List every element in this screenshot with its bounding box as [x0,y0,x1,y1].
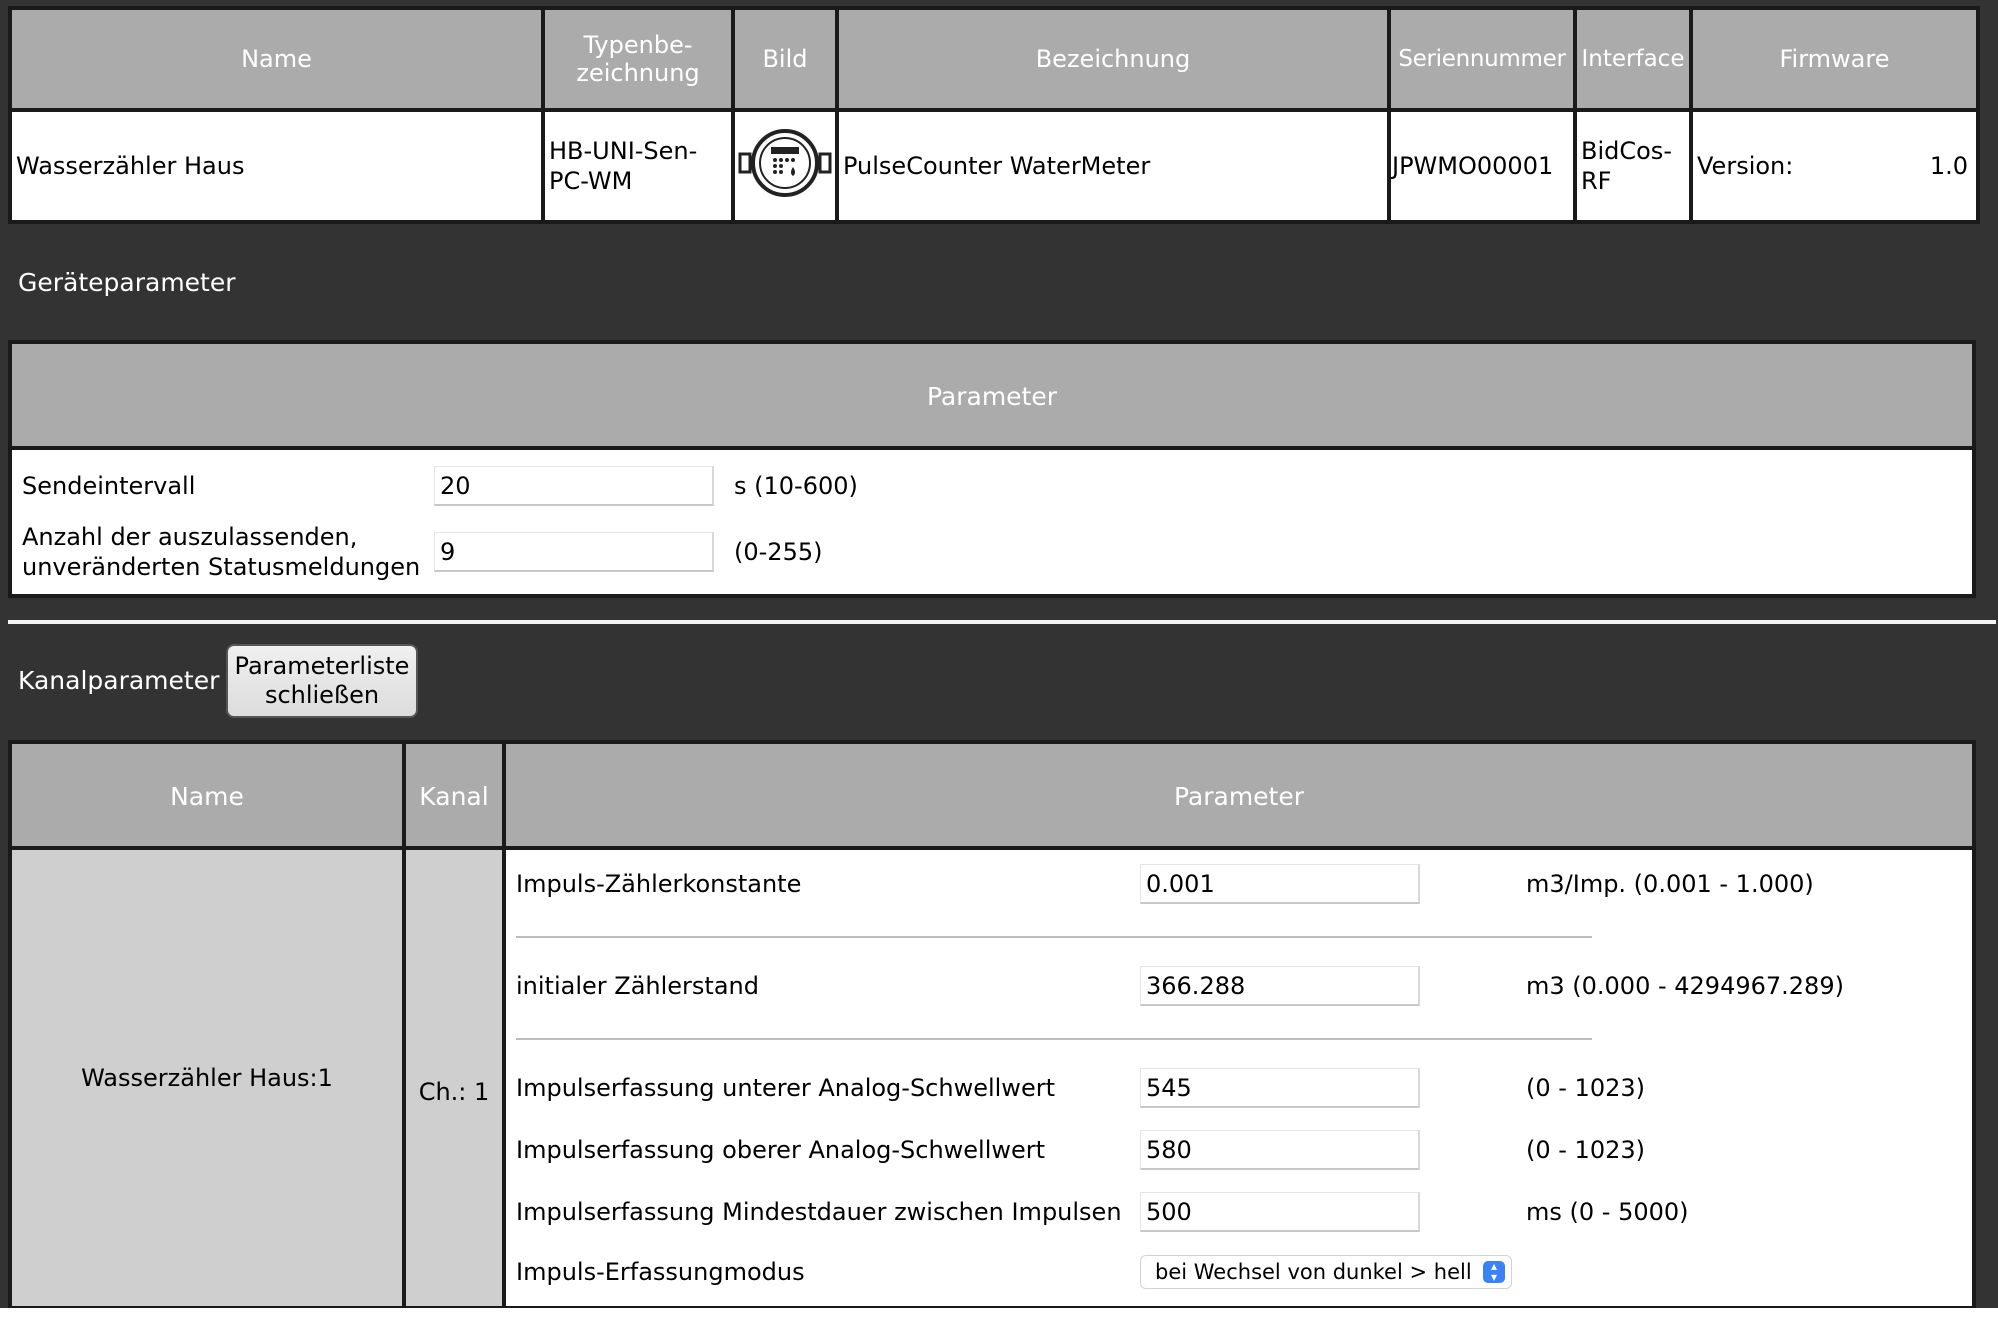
device-params-header: Parameter [12,344,1972,450]
channel-name: Wasserzähler Haus:1 [81,1064,333,1092]
channel-col-header-name: Name [12,744,402,850]
channel-col-header-parameter: Parameter [506,744,1972,850]
close-button-line2: schließen [264,681,380,709]
close-button-line1: Parameterliste [234,652,410,680]
channel-col-header-channel: Kanal [406,744,502,850]
skip-count-label-line2: unveränderten Statusmeldungen [22,553,421,581]
row-separator [516,936,1592,938]
col-header-name: Name [8,6,545,112]
min-duration-unit: ms (0 - 5000) [1526,1198,1689,1226]
device-serial: JPWMO00001 [1387,108,1577,224]
initial-count-input[interactable] [1140,966,1420,1006]
initial-count-label: initialer Zählerstand [516,972,759,1000]
section-divider [8,620,1996,624]
device-description: PulseCounter WaterMeter [835,108,1391,224]
skip-count-label: Anzahl der auszulassenden, unveränderten… [22,522,434,582]
skip-count-label-line1: Anzahl der auszulassenden, [22,523,358,551]
col-header-interface: Interface [1573,6,1693,112]
device-image[interactable] [731,108,839,224]
skip-count-unit: (0-255) [734,538,823,566]
send-interval-input[interactable] [434,466,714,506]
upper-threshold-input[interactable] [1140,1130,1420,1170]
firmware-label: Version: [1697,152,1794,180]
col-header-serial: Seriennummer [1387,6,1577,112]
channel-name-column: Name Wasserzähler Haus:1 [12,744,406,1306]
device-table-header: Name Typenbe- zeichnung Bild Bezeichnung… [8,6,1980,112]
send-interval-unit: s (10-600) [734,472,858,500]
device-interface-line1: BidCos- [1581,137,1672,165]
initial-count-unit: m3 (0.000 - 4294967.289) [1526,972,1844,1000]
col-header-type: Typenbe- zeichnung [541,6,735,112]
device-firmware: Version: 1.0 [1689,108,1980,224]
channel-param-row: Impulserfassung unterer Analog-Schwellwe… [516,1066,1645,1110]
device-params-title: Geräteparameter [18,268,236,297]
device-name: Wasserzähler Haus [8,108,545,224]
detection-mode-label: Impuls-Erfassungmodus [516,1258,805,1286]
lower-threshold-label: Impulserfassung unterer Analog-Schwellwe… [516,1074,1055,1102]
send-interval-label: Sendeintervall [22,472,196,500]
col-header-type-line1: Typenbe- [583,31,693,59]
pulse-constant-label: Impuls-Zählerkonstante [516,870,802,898]
channel-params-title: Kanalparameter [18,666,220,695]
device-row: Wasserzähler Haus HB-UNI-Sen- PC-WM Puls… [8,108,1980,224]
close-parameter-list-button[interactable]: Parameterliste schließen [226,644,418,718]
lower-threshold-input[interactable] [1140,1068,1420,1108]
device-type: HB-UNI-Sen- PC-WM [541,108,735,224]
channel-id-column: Kanal Ch.: 1 [406,744,506,1306]
col-header-description: Bezeichnung [835,6,1391,112]
min-duration-label: Impulserfassung Mindestdauer zwischen Im… [516,1198,1122,1226]
param-row-skip-count: Anzahl der auszulassenden, unveränderten… [22,522,822,582]
device-interface-line2: RF [1581,167,1612,195]
lower-threshold-unit: (0 - 1023) [1526,1074,1645,1102]
device-type-line1: HB-UNI-Sen- [549,137,698,165]
device-table: Name Typenbe- zeichnung Bild Bezeichnung… [8,6,1980,224]
detection-mode-select[interactable]: bei Wechsel von dunkel > hell ▴ ▾ [1140,1255,1512,1289]
col-header-type-line2: zeichnung [576,59,700,87]
device-params-table: Parameter Sendeintervall s (10-600) Anza… [8,340,1976,598]
channel-param-row: Impulserfassung oberer Analog-Schwellwer… [516,1128,1645,1172]
select-arrows-icon: ▴ ▾ [1483,1260,1505,1283]
channel-param-row: Impuls-Zählerkonstante m3/Imp. (0.001 - … [516,862,1814,906]
device-interface: BidCos- RF [1573,108,1693,224]
channel-params-table: Name Wasserzähler Haus:1 Kanal Ch.: 1 Pa… [8,740,1976,1310]
pulse-constant-input[interactable] [1140,864,1420,904]
upper-threshold-label: Impulserfassung oberer Analog-Schwellwer… [516,1136,1046,1164]
row-separator [516,1038,1592,1040]
detection-mode-value: bei Wechsel von dunkel > hell [1155,1260,1472,1284]
water-meter-icon [738,128,832,197]
firmware-value: 1.0 [1929,152,1968,180]
upper-threshold-unit: (0 - 1023) [1526,1136,1645,1164]
channel-param-row: Impulserfassung Mindestdauer zwischen Im… [516,1190,1689,1234]
device-type-line2: PC-WM [549,167,633,195]
param-row-send-interval: Sendeintervall s (10-600) [22,466,858,506]
channel-param-row: initialer Zählerstand m3 (0.000 - 429496… [516,964,1844,1008]
channel-id: Ch.: 1 [418,1078,490,1106]
col-header-firmware: Firmware [1689,6,1980,112]
channel-parameter-column: Parameter Impuls-Zählerkonstante m3/Imp.… [506,744,1972,1306]
pulse-constant-unit: m3/Imp. (0.001 - 1.000) [1526,870,1814,898]
bottom-strip [0,1308,1998,1322]
min-duration-input[interactable] [1140,1192,1420,1232]
channel-param-row: Impuls-Erfassungmodus bei Wechsel von du… [516,1250,1512,1294]
col-header-image: Bild [731,6,839,112]
skip-count-input[interactable] [434,532,714,572]
